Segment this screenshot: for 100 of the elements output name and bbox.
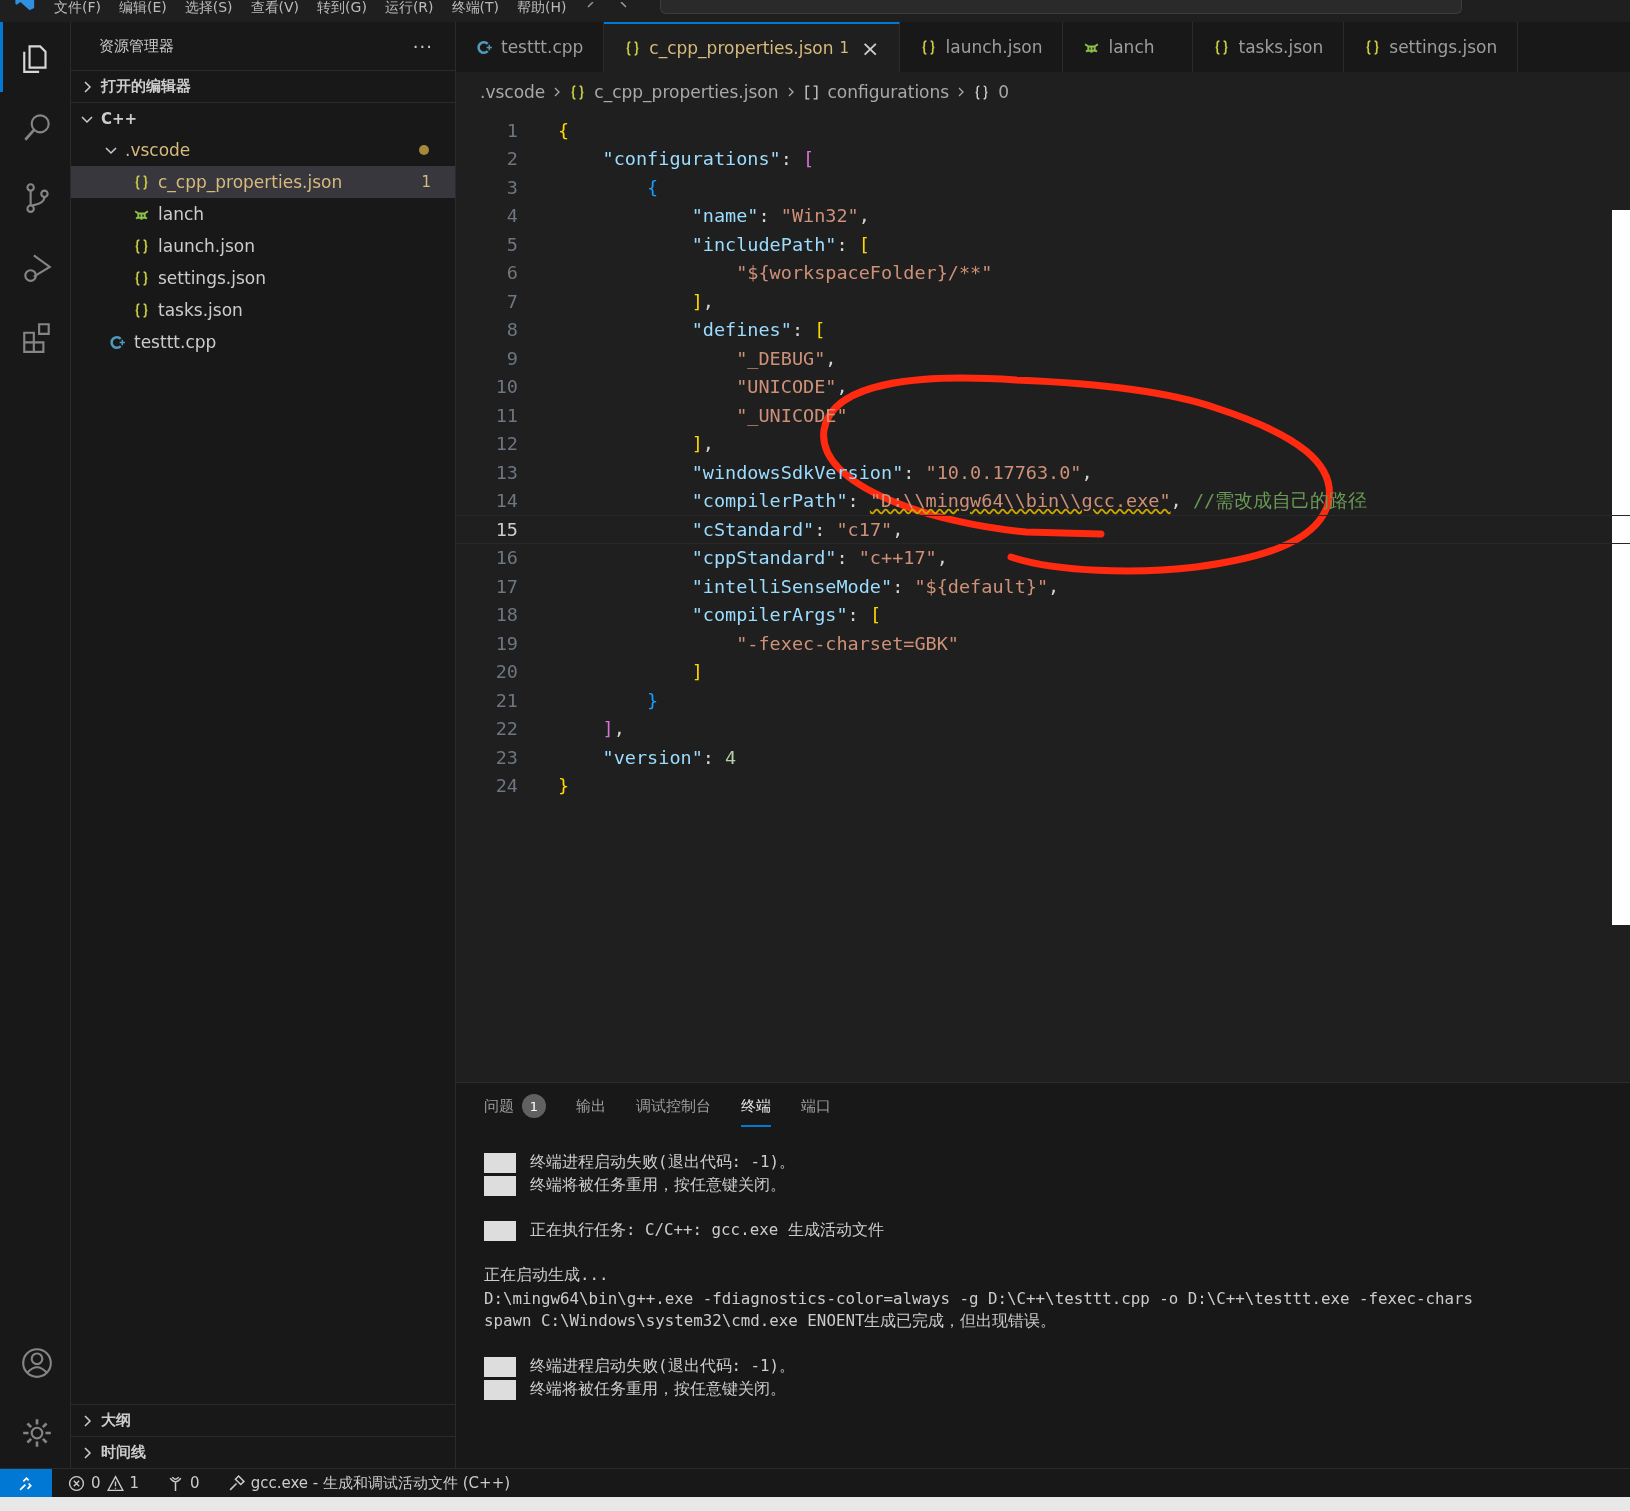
terminal-line: 正在执行任务: C/C++: gcc.exe 生成活动文件 [530, 1220, 884, 1241]
terminal-marker-icon[interactable] [484, 1379, 516, 1400]
code-line: ], [690, 290, 714, 312]
menu-item[interactable]: 终端(T) [451, 0, 499, 14]
breadcrumb[interactable]: 0 [973, 82, 1009, 102]
terminal-line: 终端进程启动失败(退出代码: -1)。 [530, 1152, 796, 1173]
line-number: 21 [494, 689, 518, 711]
line-number: 3 [505, 176, 518, 198]
file-row[interactable]: c_cpp_properties.json 1 [71, 166, 455, 198]
code-line: } [558, 775, 570, 797]
terminal-marker-icon[interactable] [484, 1175, 516, 1196]
panel-tab[interactable]: 终端 [741, 1097, 771, 1127]
line-number: 10 [494, 376, 518, 398]
panel-tab[interactable]: 调试控制台 [636, 1097, 711, 1127]
braces-icon [133, 237, 150, 255]
cpp-file-icon [476, 38, 493, 56]
menu-item[interactable]: 帮助(H) [517, 0, 567, 14]
tool-icon [227, 1474, 245, 1492]
remote-icon [17, 1474, 35, 1492]
remote-button[interactable] [0, 1469, 52, 1497]
terminal-line: spawn C:\Windows\system32\cmd.exe ENOENT生成已完成，但出现错误。 [484, 1311, 1057, 1332]
code-line: "includePath": [ [690, 233, 870, 255]
code-line: } [646, 689, 659, 711]
section-header[interactable]: 打开的编辑器 [71, 70, 455, 102]
editor-tab[interactable]: c_cpp_properties.json 1 × [604, 22, 901, 72]
error-count[interactable]: 0 [91, 1474, 101, 1492]
cpp-file-icon [109, 333, 126, 351]
code-line: "defines": [ [690, 319, 826, 341]
braces-icon [133, 269, 150, 287]
breadcrumb[interactable]: c_cpp_properties.json [569, 82, 779, 102]
code-line: ], [690, 433, 714, 455]
code-line: "name": "Win32", [690, 205, 870, 227]
braces-icon [133, 301, 150, 319]
terminal-line: 正在启动生成... [484, 1265, 609, 1286]
terminal-marker-icon[interactable] [484, 1356, 516, 1377]
terminal-line: D:\mingw64\bin\g++.exe -fdiagnostics-color=always -g D:\C++\testtt.cpp -o D:\C++\testtt.exe -fexec-chars [484, 1289, 1474, 1308]
ports-count[interactable]: 0 [190, 1474, 200, 1492]
terminal-marker-icon[interactable] [484, 1220, 516, 1241]
folder-row[interactable]: .vscode [71, 134, 455, 166]
code-line: "cppStandard": "c++17", [690, 547, 948, 569]
line-number: 19 [494, 632, 518, 654]
panel-tab[interactable]: 问题 1 [484, 1097, 546, 1127]
code-line: "version": 4 [601, 746, 737, 768]
line-number: 7 [505, 290, 518, 312]
menu-item[interactable]: 编辑(E) [119, 0, 167, 14]
line-number: 11 [494, 404, 518, 426]
code-line: { [646, 176, 659, 198]
panel-tab[interactable]: 端口 [801, 1097, 831, 1127]
line-number: 20 [494, 661, 518, 683]
warning-icon [106, 1474, 124, 1492]
line-number: 8 [505, 319, 518, 341]
line-number: 15 [494, 518, 518, 540]
terminal-line: 终端将被任务重用，按任意键关闭。 [530, 1379, 786, 1400]
section-header[interactable]: 大纲 [71, 1404, 455, 1436]
menu-item[interactable]: 文件(F) [54, 0, 101, 14]
line-number: 16 [494, 547, 518, 569]
task-status[interactable]: gcc.exe - 生成和调试活动文件 (C++) [250, 1473, 511, 1493]
array-icon [802, 83, 820, 101]
terminal-line: 终端将被任务重用，按任意键关闭。 [530, 1175, 786, 1196]
code-line: "${workspaceFolder}/**" [735, 262, 993, 284]
line-number: 24 [494, 775, 518, 797]
line-number: 6 [505, 262, 518, 284]
code-line: "compilerArgs": [ [690, 604, 881, 626]
code-line: "intelliSenseMode": "${default}", [690, 575, 1060, 597]
code-line: ], [601, 718, 625, 740]
breadcrumb[interactable]: .vscode [480, 82, 546, 102]
file-row[interactable]: tasks.json [71, 294, 455, 326]
code-line: { [558, 119, 570, 141]
line-number: 1 [505, 119, 518, 141]
file-row[interactable]: testtt.cpp [71, 326, 455, 358]
menu-item[interactable]: 转到(G) [317, 0, 367, 14]
error-icon [68, 1474, 85, 1492]
code-line: "cStandard": "c17", [690, 518, 904, 540]
menu-item[interactable]: 选择(S) [184, 0, 233, 14]
panel-tab[interactable]: 输出 [576, 1097, 606, 1127]
terminal-marker-icon[interactable] [484, 1152, 516, 1173]
line-number: 22 [494, 718, 518, 740]
line-number: 23 [494, 746, 518, 768]
folder-row[interactable]: C++ [71, 102, 455, 134]
file-row[interactable]: launch.json [71, 230, 455, 262]
line-number: 5 [505, 233, 518, 255]
sidebar-title: 资源管理器 [99, 36, 174, 56]
code-line: "_DEBUG", [735, 347, 837, 369]
account-icon [19, 1346, 54, 1380]
more-button[interactable]: ··· [412, 35, 433, 57]
terminal-line: 终端进程启动失败(退出代码: -1)。 [530, 1356, 796, 1377]
breadcrumb[interactable]: configurations [802, 82, 950, 102]
line-number: 9 [505, 347, 518, 369]
file-row[interactable]: settings.json [71, 262, 455, 294]
line-number: 4 [505, 205, 518, 227]
line-number: 13 [494, 461, 518, 483]
modified-dot [419, 145, 429, 155]
code-line: "configurations": [ [601, 148, 815, 170]
menu-item[interactable]: 查看(V) [250, 0, 300, 14]
menu-item[interactable]: 运行(R) [384, 0, 434, 14]
line-number: 2 [505, 148, 518, 170]
braces-icon [133, 173, 150, 191]
warning-count[interactable]: 1 [129, 1474, 140, 1492]
line-number: 17 [494, 575, 518, 597]
file-row[interactable]: lanch [71, 198, 455, 230]
